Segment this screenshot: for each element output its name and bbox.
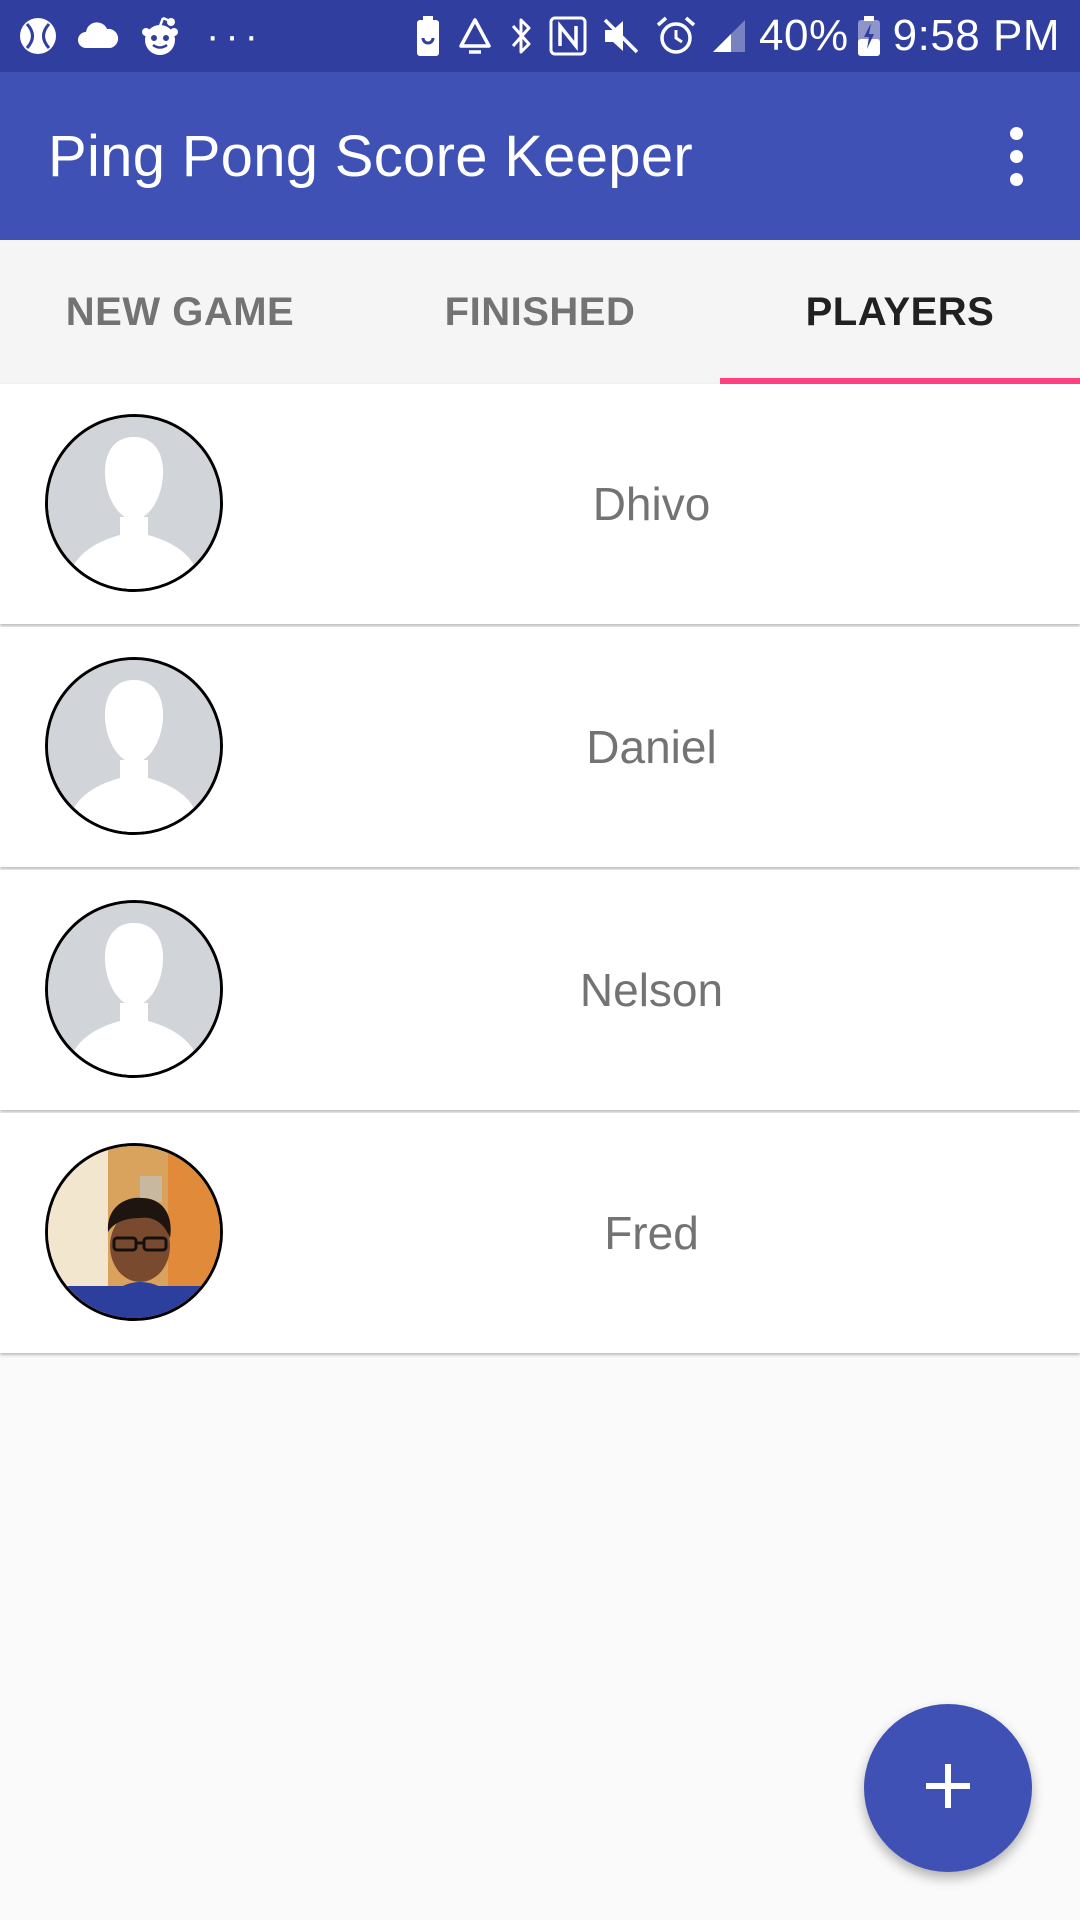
screen: ··· 40% 9:58 PM Ping Pong Score Keeper N…	[0, 0, 1080, 1920]
battery-percent: 40%	[759, 11, 849, 60]
player-card[interactable]: Dhivo	[0, 384, 1080, 624]
tab-new-game[interactable]: NEW GAME	[0, 240, 360, 384]
system-icons: 40% 9:58 PM	[401, 11, 1060, 61]
add-player-button[interactable]	[864, 1704, 1032, 1872]
player-card[interactable]: Fred	[0, 1113, 1080, 1353]
player-name: Daniel	[586, 721, 717, 773]
battery-charging-icon	[857, 12, 881, 60]
app-title: Ping Pong Score Keeper	[48, 123, 694, 189]
player-card[interactable]: Nelson	[0, 870, 1080, 1110]
tab-label: FINISHED	[444, 289, 636, 334]
signal-icon	[711, 12, 747, 60]
status-bar: ··· 40% 9:58 PM	[0, 0, 1080, 72]
default-avatar-icon	[45, 414, 223, 592]
app-bar: Ping Pong Score Keeper	[0, 72, 1080, 240]
more-notifications-indicator: ···	[206, 14, 264, 58]
default-avatar-icon	[45, 657, 223, 835]
player-name: Nelson	[579, 964, 724, 1016]
default-avatar-icon	[45, 900, 223, 1078]
baseball-icon	[18, 12, 58, 60]
recycle-icon	[455, 12, 495, 60]
tab-bar: NEW GAME FINISHED PLAYERS	[0, 240, 1080, 384]
player-name: Fred	[604, 1207, 699, 1259]
players-list: Dhivo Daniel Nelson Fred	[0, 384, 1080, 1356]
bluetooth-icon	[509, 12, 535, 60]
cloud-icon	[76, 12, 120, 60]
plus-icon	[924, 1762, 972, 1815]
mute-icon	[601, 12, 641, 60]
more-vert-icon[interactable]	[992, 106, 1040, 206]
reddit-icon	[138, 12, 182, 60]
nfc-icon	[549, 12, 587, 60]
battery-saver-icon	[415, 12, 441, 60]
player-card[interactable]: Daniel	[0, 627, 1080, 867]
player-photo-avatar	[45, 1143, 223, 1321]
notification-icons: ···	[18, 12, 264, 60]
tab-label: PLAYERS	[805, 289, 995, 334]
tab-label: NEW GAME	[65, 289, 295, 334]
player-name: Dhivo	[592, 478, 711, 530]
alarm-icon	[655, 12, 697, 60]
tab-players[interactable]: PLAYERS	[720, 240, 1080, 384]
tab-finished[interactable]: FINISHED	[360, 240, 720, 384]
clock: 9:58 PM	[892, 11, 1060, 60]
